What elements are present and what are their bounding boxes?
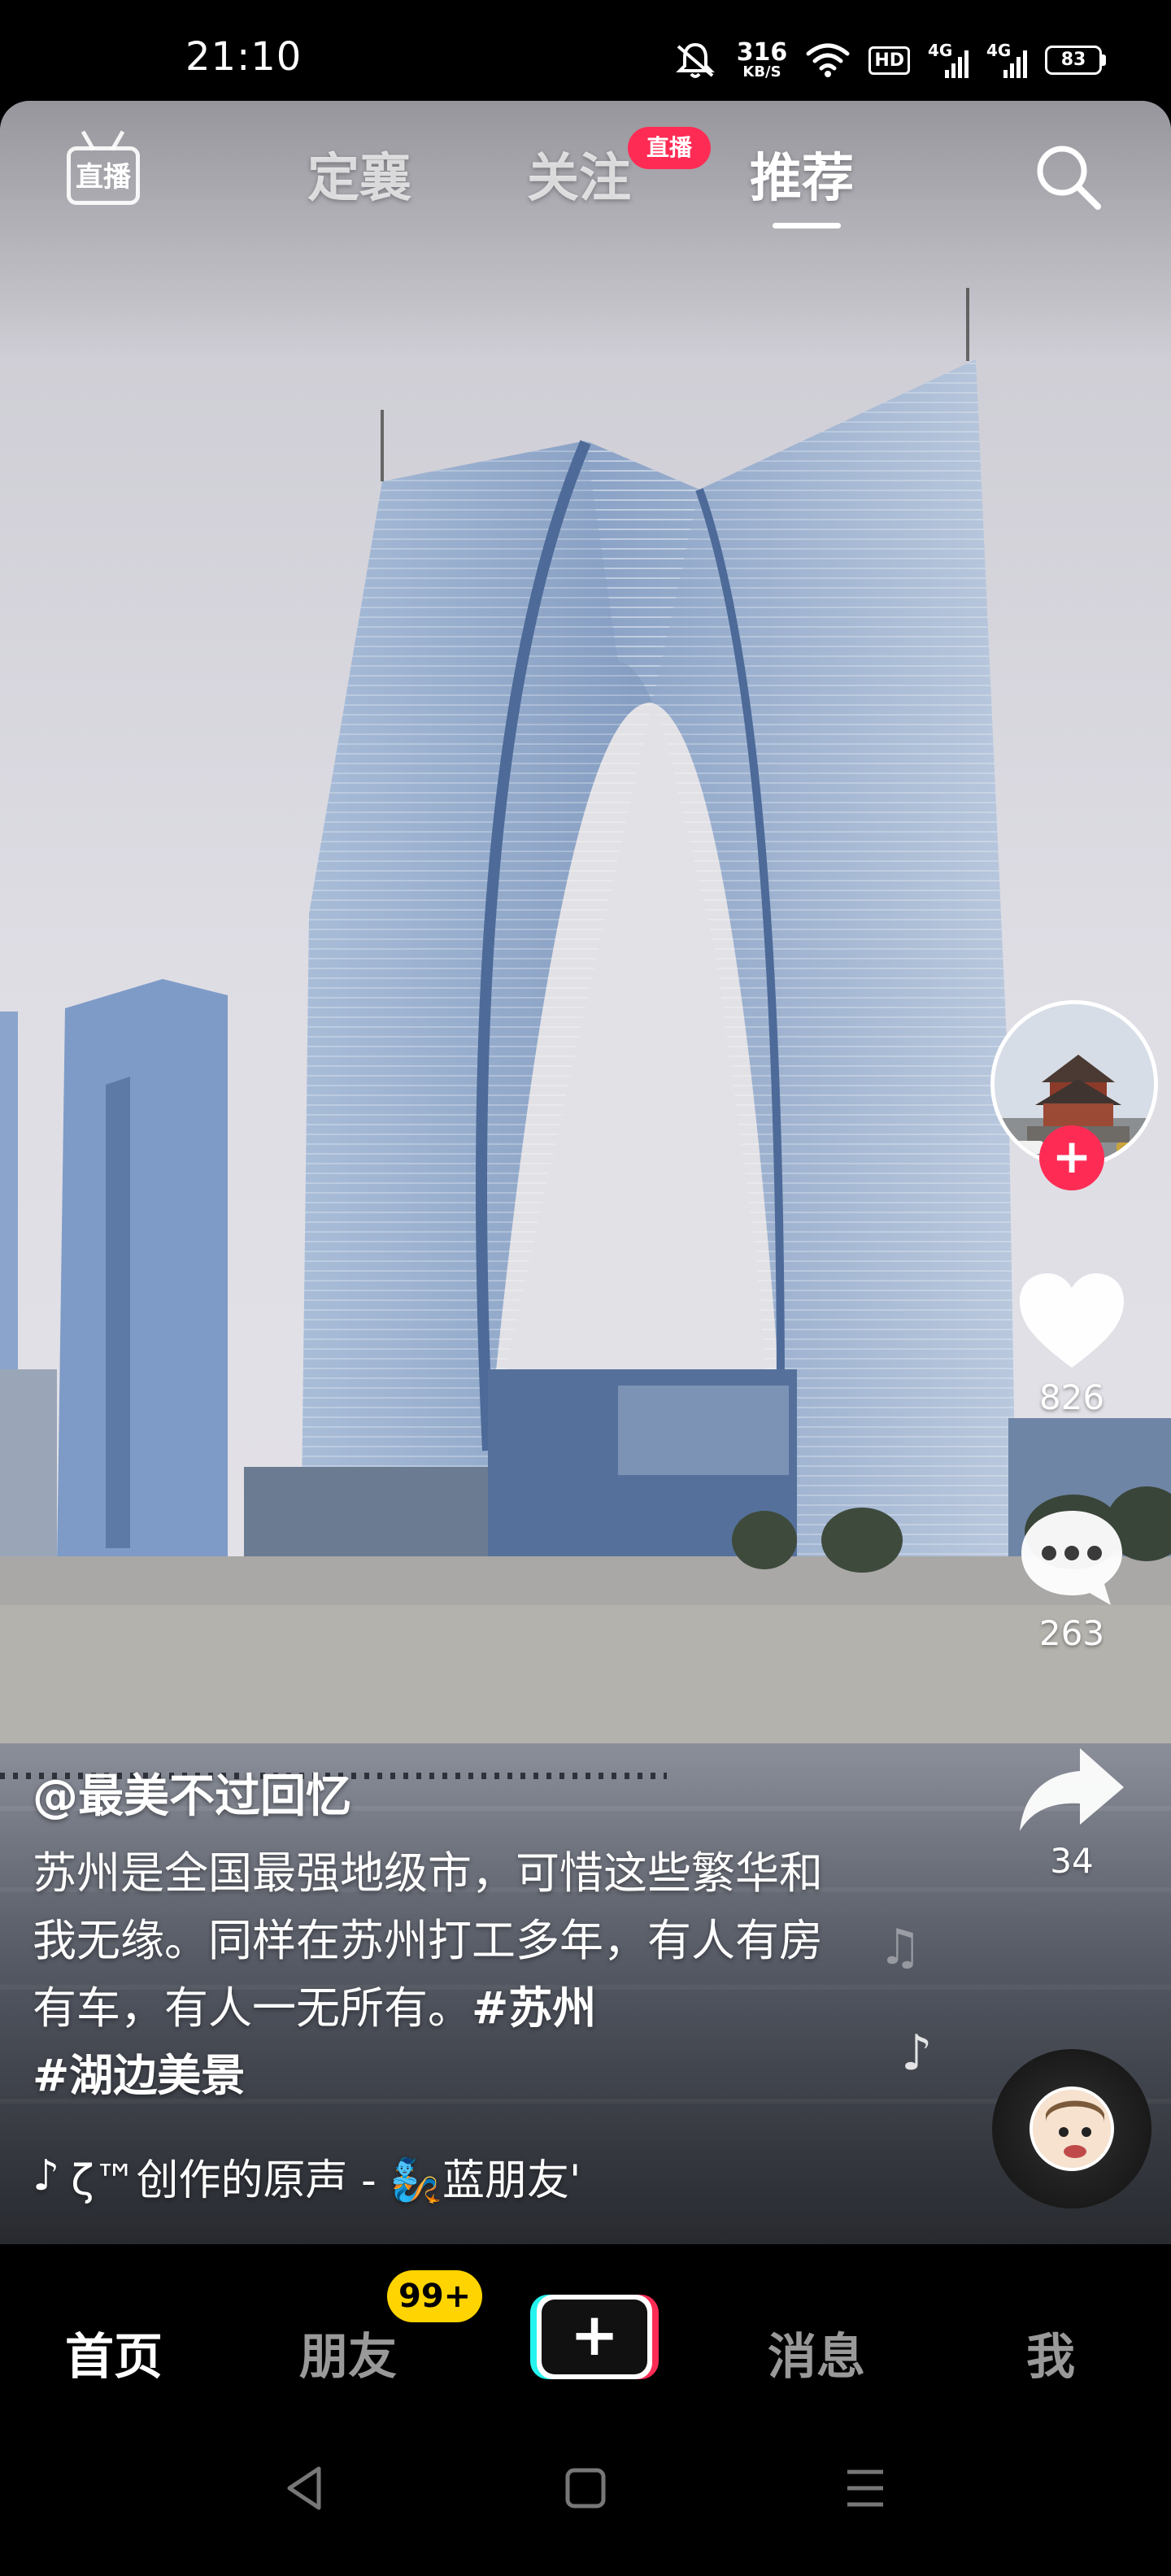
net-speed-unit: KB/S [742,63,781,80]
live-entry-button[interactable]: 直播 [67,130,140,211]
plus-icon: + [569,2300,620,2369]
friends-badge: 99+ [387,2270,483,2322]
share-button[interactable]: 34 [1007,1740,1137,1881]
system-nav-bar [0,2423,1171,2576]
bottom-tab-bar: 首页 朋友 99+ + 消息 我 [0,2244,1171,2423]
tab-home[interactable]: 首页 [65,2317,163,2388]
hashtag-link[interactable]: #湖边美景 [33,2050,245,2101]
status-bar: 21:10 316 KB/S HD 4G 4G 83 [0,0,1171,101]
tiktok-note-icon: ♪ [33,2152,60,2200]
wifi-icon [806,43,850,77]
comment-button[interactable]: 263 [1007,1504,1137,1653]
tab-me[interactable]: 我 [1026,2317,1075,2388]
hd-icon: HD [868,46,910,75]
tab-recommended[interactable]: 推荐 [750,137,854,211]
author-name[interactable]: @最美不过回忆 [33,1760,351,1825]
signal-icon: 4G [928,41,969,78]
back-icon[interactable] [281,2462,327,2514]
caption-text: 苏州是全国最强地级市，可惜这些繁华和我无缘。同样在苏州打工多年，有人有房有车，有… [33,1847,823,2034]
share-icon [1020,1748,1124,1831]
comment-icon [1021,1511,1122,1605]
status-icons: 316 KB/S HD 4G 4G 83 [672,36,1106,85]
battery-level: 83 [1045,46,1102,75]
music-title: ζ™创作的原声 - 🧞蓝朋友' [71,2156,581,2205]
recents-icon[interactable] [842,2462,888,2514]
tab-following[interactable]: 关注 [527,137,631,211]
like-count: 826 [1038,1377,1105,1417]
live-entry-label: 直播 [76,161,131,194]
music-cover-avatar [1030,2086,1114,2171]
music-info[interactable]: ♪ ζ™创作的原声 - 🧞蓝朋友' [33,2143,581,2208]
top-nav: 直播 定襄 关注 直播 推荐 [0,122,1171,236]
status-time: 21:10 [185,34,303,80]
battery-icon: 83 [1045,46,1106,75]
follow-button[interactable]: + [1039,1125,1104,1190]
floating-note-icon: ♪ [901,2025,933,2082]
tab-local[interactable]: 定襄 [307,137,411,211]
comment-count: 263 [1038,1613,1105,1653]
post-caption: 苏州是全国最强地级市，可惜这些繁华和我无缘。同样在苏州打工多年，有人有房有车，有… [33,1839,862,2109]
floating-note-icon: ♫ [878,1919,922,1976]
hashtag-link[interactable]: #苏州 [472,1982,596,2034]
music-disc-button[interactable] [992,2049,1151,2208]
heart-icon [1020,1273,1124,1368]
like-button[interactable]: 826 [1007,1268,1137,1417]
home-icon[interactable] [563,2462,608,2514]
app-root: 21:10 316 KB/S HD 4G 4G 83 直播 定襄 关注 直播 推… [0,0,1171,2576]
share-count: 34 [1050,1841,1094,1881]
following-live-badge: 直播 [628,127,711,169]
create-button[interactable]: + [530,2295,659,2379]
net-speed-value: 316 [736,38,788,67]
mute-icon [675,42,715,78]
tab-messages[interactable]: 消息 [768,2317,865,2388]
search-icon[interactable] [1031,140,1104,213]
tab-friends[interactable]: 朋友 [299,2317,397,2388]
active-tab-indicator [773,223,841,228]
net-speed: 316 KB/S [737,41,788,80]
signal-icon: 4G [986,41,1027,78]
